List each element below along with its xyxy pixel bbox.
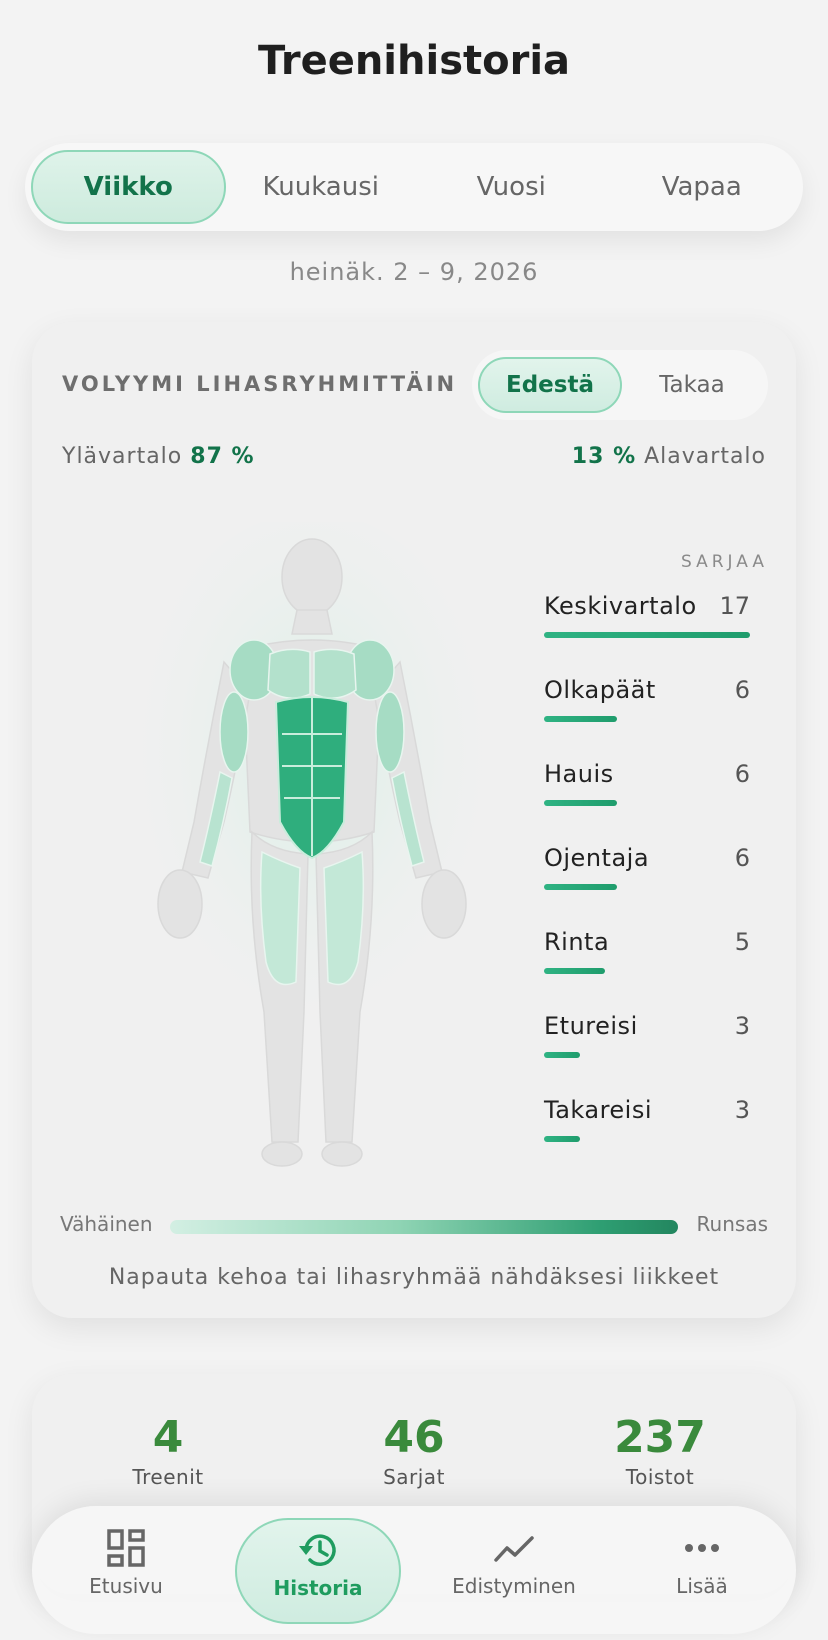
muscle-name: Takareisi [544,1096,653,1124]
volume-legend-bar [170,1220,678,1234]
card-title: VOLYYMI LIHASRYHMITTÄIN [62,372,458,396]
nav-label: Lisää [676,1574,728,1598]
upper-body-percent: 87 % [190,444,255,469]
lower-body-percent: 13 % [571,444,637,469]
upper-body-label: Ylävartalo [62,444,183,469]
stat-label: Sarjat [383,1465,445,1489]
nav-item-more[interactable]: Lisää [619,1518,785,1624]
muscle-row-chest[interactable]: Rinta 5 [544,928,750,1012]
muscle-set-count: 5 [734,928,750,956]
stat-workouts: 4 Treenit [58,1412,278,1489]
muscle-volume-card: VOLYYMI LIHASRYHMITTÄIN Edestä Takaa Ylä… [32,322,796,1318]
view-front-button[interactable]: Edestä [478,357,622,413]
lower-body-split: 13 % Alavartalo [572,444,766,469]
nav-item-progress[interactable]: Edistyminen [431,1518,597,1624]
muscle-name: Ojentaja [544,844,650,872]
nav-label: Edistyminen [452,1574,576,1598]
stat-value: 237 [614,1412,706,1463]
sets-header: SARJAA [681,552,768,572]
body-view-toggle: Edestä Takaa [472,350,768,420]
legend-high-label: Runsas [696,1212,768,1236]
muscle-volume-bar [544,884,617,890]
stat-reps: 237 Toistot [550,1412,770,1489]
muscle-name: Rinta [544,928,610,956]
muscle-row-hamstrings[interactable]: Takareisi 3 [544,1096,750,1180]
tab-custom[interactable]: Vapaa [607,150,798,224]
more-dots-icon [685,1544,719,1552]
muscle-volume-bar [544,1052,580,1058]
hint-text: Napauta kehoa tai lihasryhmää nähdäksesi… [108,1265,720,1290]
muscle-row-core[interactable]: Keskivartalo 17 [544,592,750,676]
muscle-volume-bar [544,716,617,722]
tab-week[interactable]: Viikko [31,150,226,224]
nav-label: Historia [273,1576,363,1600]
muscle-name: Keskivartalo [544,592,697,620]
page-title: Treenihistoria [257,38,571,84]
date-range: heinäk. 2 – 9, 2026 [289,258,539,286]
stat-value: 4 [152,1412,184,1463]
muscle-set-count: 3 [734,1012,750,1040]
muscle-name: Olkapäät [544,676,656,704]
bottom-navigation: Etusivu Historia Edistyminen Lisää [32,1506,796,1634]
period-selector: Viikko Kuukausi Vuosi Vapaa [25,143,803,231]
dashboard-grid-icon [107,1529,145,1567]
stat-value: 46 [383,1412,445,1463]
nav-item-history[interactable]: Historia [235,1518,401,1624]
muscle-set-count: 6 [734,844,750,872]
stat-label: Treenit [132,1465,204,1489]
lower-body-label: Alavartalo [644,444,766,469]
view-back-button[interactable]: Takaa [622,357,762,413]
muscle-name: Hauis [544,760,614,788]
muscle-volume-bar [544,968,605,974]
body-map[interactable] [112,522,512,1182]
trend-line-icon [494,1536,534,1562]
muscle-volume-bar [544,800,617,806]
upper-body-split: Ylävartalo 87 % [62,444,255,469]
muscle-name: Etureisi [544,1012,638,1040]
muscle-set-count: 17 [719,592,750,620]
history-clock-icon [299,1534,336,1566]
tab-year[interactable]: Vuosi [416,150,607,224]
nav-label: Etusivu [89,1574,163,1598]
muscle-set-count: 6 [734,676,750,704]
muscle-row-shoulders[interactable]: Olkapäät 6 [544,676,750,760]
muscle-set-count: 6 [734,760,750,788]
muscle-volume-bar [544,1136,580,1142]
muscle-core[interactable] [274,696,350,860]
tab-month[interactable]: Kuukausi [226,150,417,224]
muscle-set-count: 3 [734,1096,750,1124]
muscle-volume-bar [544,632,750,638]
muscle-row-triceps[interactable]: Ojentaja 6 [544,844,750,928]
nav-item-home[interactable]: Etusivu [43,1518,209,1624]
stat-label: Toistot [625,1465,695,1489]
muscle-group-list: Keskivartalo 17 Olkapäät 6 Hauis 6 Ojent… [544,592,750,1180]
legend-low-label: Vähäinen [60,1212,153,1236]
muscle-row-quads[interactable]: Etureisi 3 [544,1012,750,1096]
muscle-row-biceps[interactable]: Hauis 6 [544,760,750,844]
stat-sets: 46 Sarjat [304,1412,524,1489]
